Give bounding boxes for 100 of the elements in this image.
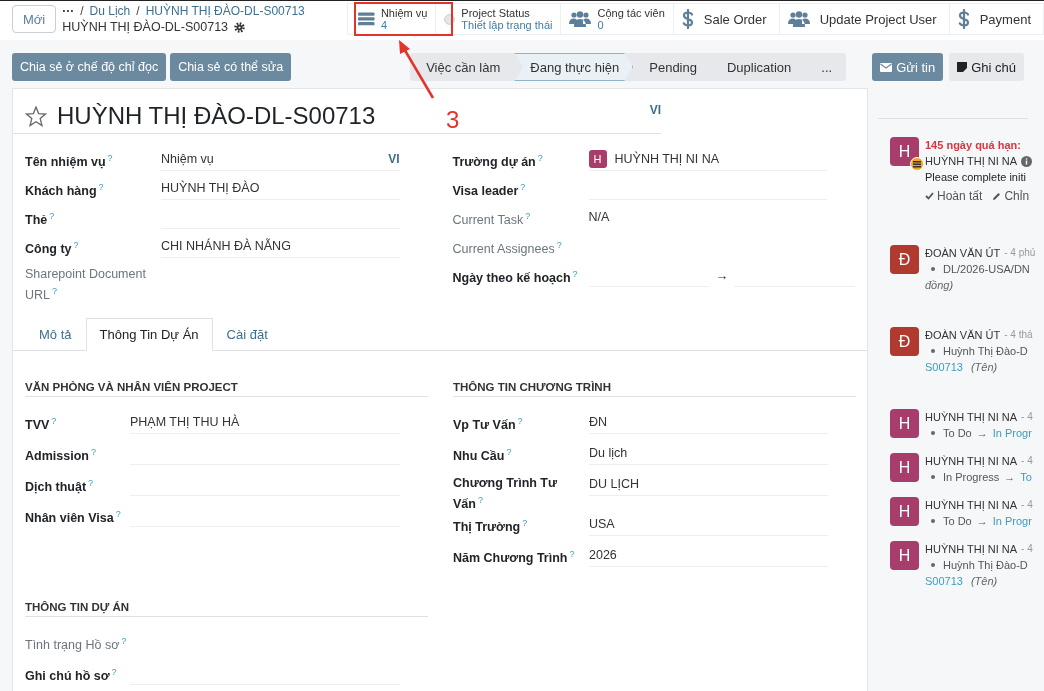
help-mark[interactable]: ? — [477, 495, 483, 506]
help-mark[interactable]: ? — [121, 636, 127, 647]
input-field[interactable]: DU LỊCH — [589, 473, 828, 497]
user-avatar: Đ — [890, 327, 919, 356]
record-link[interactable]: S00713 — [925, 573, 963, 589]
new-value: In Progr — [992, 514, 1032, 529]
share-button[interactable]: Chia sẻ có thể sửa — [170, 53, 292, 81]
help-mark[interactable]: ? — [556, 240, 562, 250]
help-mark[interactable]: ? — [517, 416, 523, 427]
field-label: Current Assignees $^{?}$ — [452, 239, 563, 259]
annotation-label: 3 — [446, 106, 460, 134]
stage-tab[interactable]: Đang thực hiện — [514, 53, 634, 81]
field-label: Current Task $^{?}$ — [452, 210, 532, 230]
help-mark[interactable]: ? — [115, 509, 121, 520]
help-mark[interactable]: ? — [572, 269, 578, 279]
record-title-field[interactable]: HUỲNH THỊ ĐÀO-DL-S00713 — [57, 102, 376, 130]
help-mark[interactable]: ? — [525, 211, 531, 221]
users-icon — [569, 11, 592, 27]
chatter-button[interactable]: Gửi tin — [872, 53, 944, 81]
stage-tab[interactable]: Duplication — [710, 53, 806, 81]
help-mark[interactable]: ? — [52, 286, 58, 296]
smart-button[interactable]: Cộng tác viên 0 — [561, 3, 674, 35]
field-value: HUỲNH THỊ NI NA — [614, 152, 721, 166]
new-value: In Progr — [992, 426, 1032, 441]
help-mark[interactable]: ? — [73, 240, 79, 250]
help-mark[interactable]: ? — [90, 447, 96, 458]
user-avatar: H — [890, 541, 919, 570]
share-button[interactable]: Chia sẻ ở chế độ chỉ đọc — [12, 53, 167, 81]
language-link[interactable]: VI — [649, 103, 661, 117]
arrow-sign: → — [976, 514, 988, 529]
user-avatar: H — [890, 409, 919, 438]
old-value: To Do — [943, 426, 972, 441]
field-label: Thị Trường $^{?}$ — [453, 517, 529, 537]
field-label: Trường dự án $^{?}$ — [452, 152, 544, 172]
list-icon — [358, 12, 375, 26]
new-value: To — [1020, 470, 1032, 485]
stage-tab[interactable]: ... — [805, 53, 847, 81]
help-mark[interactable]: ? — [88, 478, 94, 489]
breadcrumb-link[interactable]: HUỲNH THỊ ĐÀO-DL-S00713 — [145, 4, 305, 18]
author-name: ĐOÀN VĂN ÚT — [925, 246, 1001, 261]
help-mark[interactable]: ? — [111, 667, 117, 678]
activity-action[interactable]: Chỉn — [992, 189, 1030, 203]
form-tab[interactable]: Mô tả — [25, 318, 86, 352]
field-label: Năm Chương Trình $^{?}$ — [453, 548, 576, 568]
input-field[interactable]: ĐN — [589, 411, 828, 435]
help-mark[interactable]: ? — [51, 416, 57, 427]
field-label: Tình trạng Hồ sơ $^{?}$ — [25, 635, 128, 655]
breadcrumb-link[interactable]: ··· — [62, 4, 75, 18]
user-avatar: Đ — [890, 245, 919, 274]
gear-icon[interactable] — [234, 21, 246, 33]
form-tab[interactable]: Cài đặt — [212, 318, 282, 352]
activity-badge-icon — [910, 157, 924, 171]
smart-button[interactable]: Nhiệm vụ 4 — [347, 3, 437, 35]
help-mark[interactable]: ? — [506, 447, 512, 458]
smart-button[interactable]: Sale Order — [673, 3, 780, 35]
pencil-icon — [992, 191, 1002, 201]
star-icon[interactable] — [25, 105, 47, 127]
record-link[interactable]: S00713 — [925, 359, 963, 375]
field-label: TVV $^{?}$ — [25, 415, 58, 435]
activity-action[interactable]: Hoàn tất — [925, 189, 983, 203]
input-field[interactable]: HUỲNH THỊ ĐÀO — [161, 177, 400, 200]
smart-button[interactable]: Update Project User — [779, 3, 950, 35]
input-field[interactable]: 2026 — [589, 544, 828, 568]
help-mark[interactable]: ? — [522, 518, 528, 529]
input-field[interactable]: CHI NHÁNH ĐÀ NẴNG — [161, 235, 400, 258]
chatter-button[interactable]: Ghi chú — [949, 53, 1024, 81]
help-mark[interactable]: ? — [569, 549, 575, 560]
stage-tab[interactable]: Việc cần làm — [410, 53, 515, 81]
message-time: - 4 — [1021, 410, 1033, 424]
note-icon — [957, 62, 968, 72]
field-name: (Tên) — [970, 360, 998, 375]
input-field[interactable]: USA — [589, 513, 828, 537]
language-link[interactable]: VI — [388, 152, 400, 166]
input-field[interactable]: Du lịch — [589, 442, 828, 466]
help-mark[interactable]: ? — [537, 153, 543, 163]
help-mark[interactable]: ? — [98, 182, 104, 192]
help-mark[interactable]: ? — [520, 182, 526, 192]
envelope-icon — [880, 62, 893, 72]
stage-tab[interactable]: Pending — [633, 53, 711, 81]
help-mark[interactable]: ? — [107, 153, 113, 163]
form-tab[interactable]: Thông Tin Dự Án — [85, 318, 213, 352]
field-label: Sharepoint Document URL $^{?}$ — [25, 266, 147, 305]
arrow-sign: → — [715, 268, 729, 283]
change-text: Huỳnh Thị Đào-D — [943, 344, 1028, 359]
smart-button[interactable]: Payment — [949, 3, 1044, 35]
dollar-icon — [681, 9, 694, 29]
arrow-sign: → — [976, 426, 988, 441]
users-icon — [787, 11, 810, 27]
info-icon[interactable] — [1021, 155, 1033, 167]
field-label: Dịch thuật $^{?}$ — [25, 477, 95, 497]
change-text: Huỳnh Thị Đào-D — [943, 558, 1028, 573]
field-label: Visa leader $^{?}$ — [452, 181, 527, 201]
overdue-label: 145 ngày quá hạn: — [925, 138, 1022, 153]
new-button[interactable]: Mới — [12, 5, 57, 33]
breadcrumb-link[interactable]: Du Lịch — [89, 4, 131, 18]
help-mark[interactable]: ? — [49, 211, 55, 221]
user-avatar: H — [890, 453, 919, 482]
input-field[interactable]: Nhiệm vụ VI — [161, 148, 400, 171]
input-field[interactable]: PHẠM THỊ THU HÀ — [130, 411, 400, 435]
user-avatar: H — [890, 497, 919, 526]
